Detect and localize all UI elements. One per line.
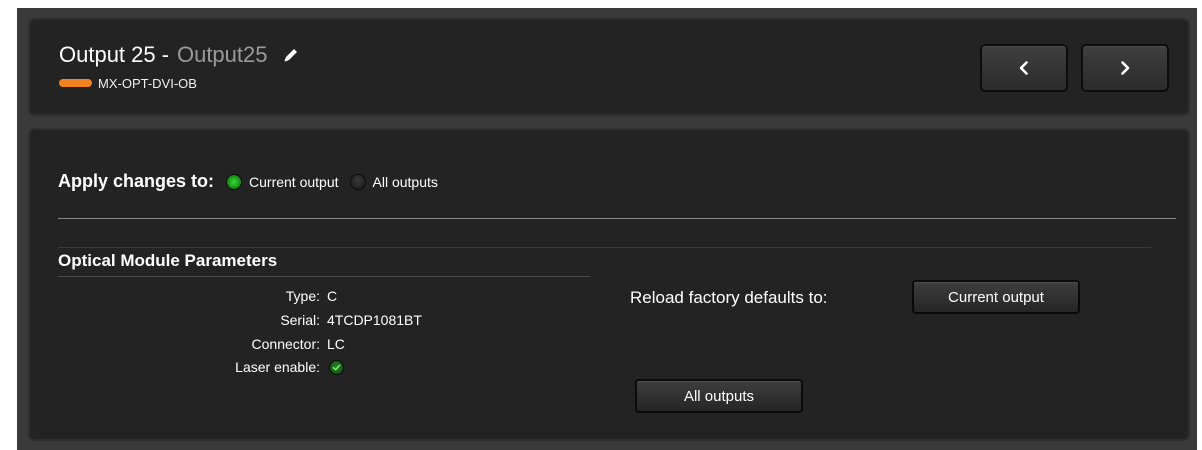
- title-separator: -: [161, 42, 169, 67]
- param-connector-value: LC: [327, 336, 345, 352]
- param-type-value: C: [327, 288, 338, 304]
- radio-unselected-indicator[interactable]: [350, 174, 365, 189]
- section-divider-faint: [58, 247, 1151, 248]
- param-connector-row: Connector:: [58, 335, 320, 353]
- param-connector-label: Connector:: [251, 336, 320, 352]
- section-divider: [58, 218, 1176, 219]
- output-number-title: Output 25: [59, 42, 156, 67]
- reload-defaults-label: Reload factory defaults to:: [630, 288, 828, 307]
- radio-selected-indicator[interactable]: [227, 174, 242, 189]
- module-color-indicator: [59, 79, 92, 87]
- radio-current-output-label: Current output: [249, 173, 339, 190]
- module-code: MX-OPT-DVI-OB: [98, 75, 197, 91]
- optical-module-title: Optical Module Parameters: [58, 251, 278, 270]
- panel-frame: Output 25- Output25 MX-OPT-DVI-OB Apply …: [17, 8, 1197, 450]
- radio-all-outputs-label: All outputs: [372, 173, 438, 190]
- previous-output-button[interactable]: [980, 44, 1068, 92]
- param-serial-row: Serial:: [58, 311, 320, 329]
- output-settings-card: Apply changes to: Current output All out…: [29, 129, 1189, 440]
- param-type-label: Type:: [285, 288, 320, 304]
- optical-module-underline: [58, 276, 590, 277]
- apply-changes-row: Apply changes to: Current output All out…: [58, 171, 450, 192]
- param-laser-row: Laser enable:: [58, 358, 320, 376]
- param-laser-label: Laser enable:: [235, 359, 320, 375]
- pencil-icon[interactable]: [282, 44, 300, 62]
- radio-current-output[interactable]: Current output: [227, 174, 339, 190]
- apply-changes-label: Apply changes to:: [58, 171, 215, 191]
- reload-current-output-button[interactable]: Current output: [912, 280, 1080, 314]
- chevron-right-icon: [1117, 60, 1133, 76]
- output-name: Output25: [176, 42, 268, 67]
- page-title: Output 25- Output25: [59, 42, 300, 68]
- output-settings-page: Output 25- Output25 MX-OPT-DVI-OB Apply …: [0, 0, 1202, 450]
- chevron-left-icon: [1016, 60, 1032, 76]
- radio-all-outputs[interactable]: All outputs: [350, 173, 438, 190]
- output-header-card: Output 25- Output25 MX-OPT-DVI-OB: [29, 19, 1189, 115]
- next-output-button[interactable]: [1081, 44, 1169, 92]
- module-info: MX-OPT-DVI-OB: [59, 75, 197, 91]
- param-type-row: Type:: [58, 287, 320, 305]
- check-circle-icon: [330, 361, 343, 374]
- reload-all-outputs-button[interactable]: All outputs: [635, 379, 803, 413]
- param-serial-label: Serial:: [280, 312, 320, 328]
- param-serial-value: 4TCDP1081BT: [327, 312, 422, 328]
